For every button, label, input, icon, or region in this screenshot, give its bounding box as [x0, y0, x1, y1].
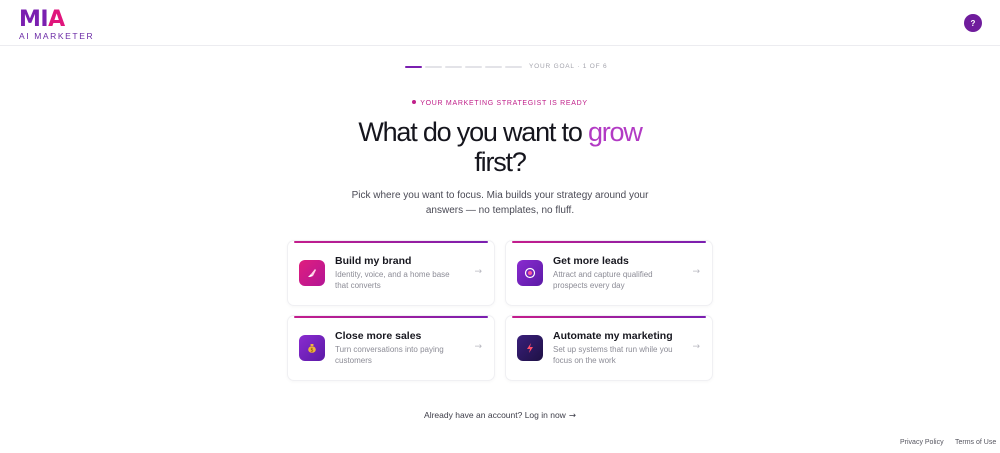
money-bag-icon: $ [299, 335, 325, 361]
dot-icon [412, 100, 417, 105]
badge-text: YOUR MARKETING STRATEGIST IS READY [420, 100, 588, 107]
logo-letter-m: M [19, 7, 41, 32]
mia-logo[interactable]: MIA AI MARKETER [19, 7, 95, 42]
arrow-right-icon: → [474, 267, 482, 277]
brush-icon [299, 260, 325, 286]
logo-wordmark: MIA [19, 7, 94, 32]
option-card-more-leads[interactable]: Get more leads Attract and capture quali… [506, 241, 712, 305]
option-card-automate-marketing[interactable]: Automate my marketing Set up systems tha… [506, 316, 712, 380]
status-badge: YOUR MARKETING STRATEGIST IS READY [0, 100, 1000, 107]
title-text-line2: first? [474, 147, 527, 177]
target-icon [517, 260, 543, 286]
login-link[interactable]: Already have an account? Log in now → [0, 410, 1000, 421]
help-button[interactable]: ? [964, 14, 982, 32]
option-description: Identity, voice, and a home base that co… [335, 270, 450, 290]
arrow-right-icon: → [568, 411, 576, 421]
option-title: Get more leads [553, 255, 629, 267]
page-title: What do you want to grow first? [0, 117, 1000, 177]
progress-bar [405, 66, 522, 68]
option-description: Turn conversations into paying customers [335, 345, 444, 365]
logo-letter-i: I [40, 7, 49, 32]
progress-segment [425, 66, 442, 68]
page-subtitle: Pick where you want to focus. Mia builds… [351, 190, 649, 216]
svg-text:$: $ [310, 348, 313, 354]
logo-subtitle: AI MARKETER [19, 31, 95, 41]
progress-segment [505, 66, 522, 68]
option-card-build-brand[interactable]: Build my brand Identity, voice, and a ho… [288, 241, 494, 305]
lightning-icon [517, 335, 543, 361]
arrow-right-icon: → [692, 342, 700, 352]
help-icon: ? [970, 18, 976, 28]
option-description: Set up systems that run while you focus … [553, 345, 673, 365]
arrow-right-icon: → [474, 342, 482, 352]
title-text: What do you want to [358, 117, 588, 147]
arrow-right-icon: → [692, 267, 700, 277]
option-title: Build my brand [335, 255, 412, 267]
top-bar: MIA AI MARKETER ? [0, 0, 1000, 46]
option-title: Close more sales [335, 330, 422, 342]
step-label: YOUR GOAL · 1 OF 6 [529, 63, 608, 70]
privacy-policy-link[interactable]: Privacy Policy [900, 439, 944, 446]
progress-segment [465, 66, 482, 68]
logo-letter-a: A [48, 7, 65, 32]
progress-segment [405, 66, 422, 68]
option-description: Attract and capture qualified prospects … [553, 270, 653, 290]
option-title: Automate my marketing [553, 330, 673, 342]
terms-of-use-link[interactable]: Terms of Use [955, 439, 996, 446]
login-text: Already have an account? Log in now [424, 410, 566, 420]
title-accent: grow [587, 117, 643, 147]
progress-segment [445, 66, 462, 68]
option-card-close-sales[interactable]: $ Close more sales Turn conversations in… [288, 316, 494, 380]
progress-segment [485, 66, 502, 68]
